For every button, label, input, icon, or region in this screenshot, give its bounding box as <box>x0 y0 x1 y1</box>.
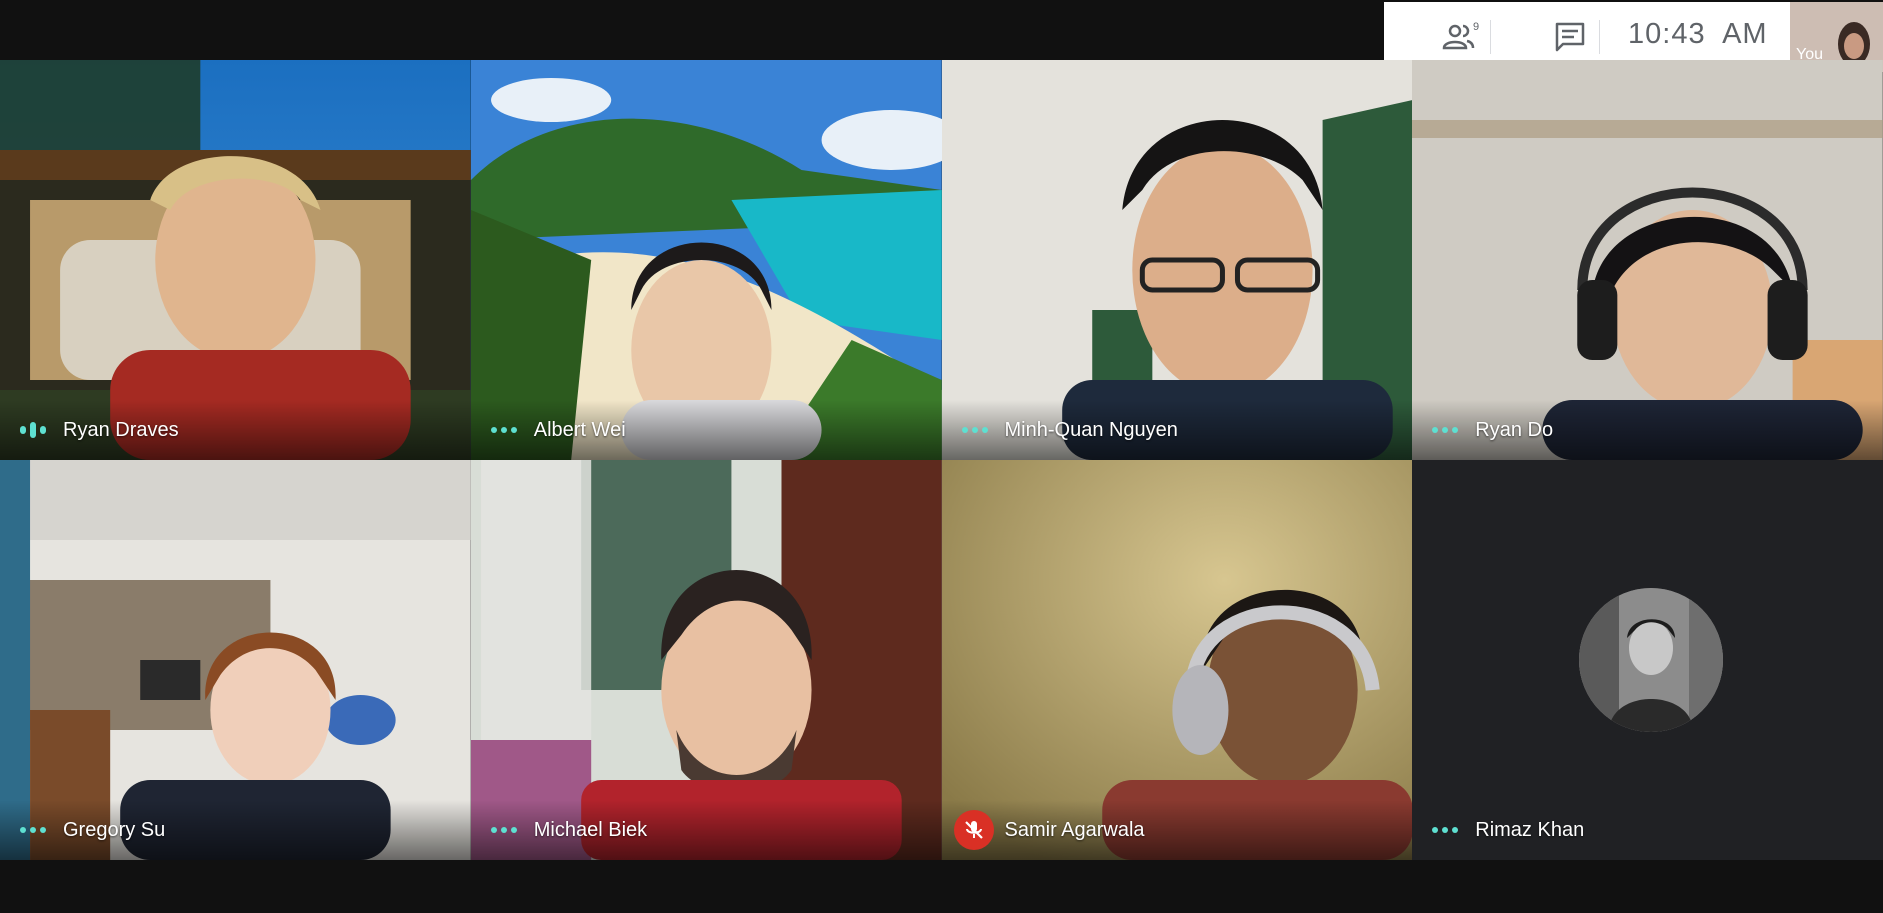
mic-off-indicator <box>953 810 994 850</box>
toolbar-divider <box>1490 20 1491 54</box>
participant-name: Ryan Draves <box>63 419 179 441</box>
more-options-icon <box>490 827 517 833</box>
chat-icon <box>1555 22 1585 52</box>
bottom-bar <box>0 860 1883 913</box>
participant-tile[interactable]: Albert Wei <box>470 60 942 460</box>
participant-name: Minh-Quan Nguyen <box>1004 419 1178 441</box>
participant-tile[interactable]: Michael Biek <box>470 460 942 860</box>
chat-button[interactable] <box>1545 12 1595 62</box>
meeting-clock: 10:43 AM <box>1628 18 1768 50</box>
toolbar-divider <box>1599 20 1600 54</box>
more-options-icon <box>1432 827 1459 833</box>
people-count-badge: 9 <box>1473 21 1479 33</box>
participant-name: Albert Wei <box>533 419 626 441</box>
people-button[interactable]: 9 <box>1436 12 1486 62</box>
people-icon: 9 <box>1442 21 1479 50</box>
participant-tile[interactable]: Gregory Su <box>0 460 471 860</box>
participant-tile[interactable]: Rimaz Khan <box>1412 460 1883 860</box>
speaking-icon <box>20 422 46 438</box>
participant-name: Samir Agarwala <box>1004 819 1145 841</box>
participant-name: Michael Biek <box>533 819 648 841</box>
avatar-image <box>1579 588 1724 732</box>
mic-off-icon <box>964 821 983 839</box>
participant-tile[interactable]: Samir Agarwala <box>941 460 1413 860</box>
participant-name: Rimaz Khan <box>1475 819 1585 841</box>
participant-tile[interactable]: Ryan Draves <box>0 60 471 460</box>
participant-name: Ryan Do <box>1475 419 1554 441</box>
participant-tile[interactable]: Minh-Quan Nguyen <box>941 60 1413 460</box>
participant-grid: Ryan Draves Albert Wei Minh-Quan Nguyen … <box>0 60 1883 860</box>
more-options-icon <box>20 827 46 833</box>
participant-tile[interactable]: Ryan Do <box>1412 60 1883 460</box>
more-options-icon <box>961 427 988 433</box>
more-options-icon <box>1432 427 1459 433</box>
participant-name: Gregory Su <box>63 819 166 841</box>
avatar <box>1579 588 1724 732</box>
more-options-icon <box>490 427 517 433</box>
